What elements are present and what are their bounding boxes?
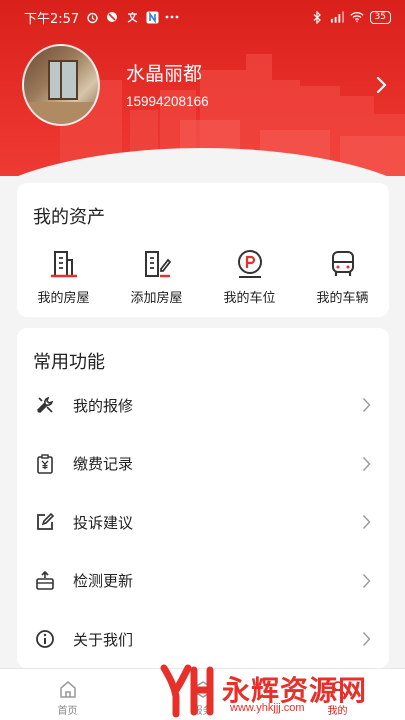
user-profile[interactable]: 水晶丽都 15994208166 bbox=[22, 44, 209, 126]
asset-label: 我的房屋 bbox=[37, 291, 90, 306]
chevron-right-icon[interactable] bbox=[375, 76, 387, 94]
func-item-payments[interactable]: 缴费记录 bbox=[17, 435, 389, 494]
tab-label: 首页 bbox=[57, 706, 78, 717]
building-icon bbox=[50, 251, 77, 278]
edit-icon bbox=[37, 513, 55, 531]
alarm-icon bbox=[85, 10, 99, 24]
chevron-right-icon bbox=[362, 456, 371, 471]
watermark-logo bbox=[160, 664, 214, 718]
chevron-right-icon bbox=[362, 573, 371, 588]
asset-label: 我的车辆 bbox=[316, 291, 369, 306]
tools-icon bbox=[36, 397, 54, 414]
asset-label: 添加房屋 bbox=[130, 291, 183, 306]
payment-icon bbox=[37, 454, 53, 474]
asset-add-house[interactable]: 添加房屋 bbox=[110, 249, 203, 306]
more-notifications-icon bbox=[165, 10, 179, 24]
asset-label: 我的车位 bbox=[223, 291, 276, 306]
avatar[interactable] bbox=[22, 44, 100, 126]
func-item-repair[interactable]: 我的报修 bbox=[17, 376, 389, 435]
app-notification-icon bbox=[145, 10, 159, 24]
bluetooth-icon bbox=[310, 10, 324, 24]
wifi-icon bbox=[349, 10, 364, 24]
chevron-right-icon bbox=[362, 632, 371, 646]
no-disturb-icon bbox=[105, 10, 119, 24]
func-label: 检测更新 bbox=[73, 572, 134, 591]
tab-home[interactable]: 首页 bbox=[0, 669, 135, 720]
signal-icon bbox=[330, 10, 344, 24]
translate-icon bbox=[125, 10, 139, 24]
asset-my-house[interactable]: 我的房屋 bbox=[17, 249, 110, 306]
assets-title: 我的资产 bbox=[33, 207, 105, 228]
status-bar: 下午2:57 35 bbox=[0, 0, 405, 34]
user-phone: 15994208166 bbox=[126, 93, 209, 109]
chevron-right-icon bbox=[362, 398, 371, 412]
func-label: 关于我们 bbox=[73, 630, 134, 649]
asset-my-parking[interactable]: 我的车位 bbox=[203, 249, 296, 306]
update-icon bbox=[36, 570, 54, 590]
func-item-feedback[interactable]: 投诉建议 bbox=[17, 493, 389, 552]
user-name: 水晶丽都 bbox=[126, 62, 203, 85]
func-label: 投诉建议 bbox=[73, 513, 134, 532]
func-label: 我的报修 bbox=[73, 396, 134, 415]
func-item-about[interactable]: 关于我们 bbox=[17, 610, 389, 669]
car-icon bbox=[331, 251, 354, 276]
chevron-right-icon bbox=[362, 515, 371, 529]
func-label: 缴费记录 bbox=[73, 455, 134, 474]
watermark: 永辉资源网 www.yhkjjj.com bbox=[158, 662, 405, 720]
assets-card: 我的资产 我的房屋 添加房屋 我的车位 我的车辆 bbox=[17, 183, 389, 317]
battery-icon: 35 bbox=[369, 10, 391, 24]
watermark-url: www.yhkjjj.com bbox=[230, 702, 305, 714]
building-edit-icon bbox=[144, 251, 171, 278]
info-icon bbox=[36, 630, 54, 649]
functions-title: 常用功能 bbox=[33, 352, 105, 373]
status-time: 下午2:57 bbox=[24, 11, 80, 27]
parking-icon bbox=[237, 250, 262, 278]
func-item-update[interactable]: 检测更新 bbox=[17, 552, 389, 611]
asset-my-vehicle[interactable]: 我的车辆 bbox=[296, 249, 389, 306]
functions-card: 常用功能 我的报修 缴费记录 投诉建议 检测更新 关于我们 bbox=[17, 328, 389, 668]
home-icon bbox=[59, 681, 76, 698]
